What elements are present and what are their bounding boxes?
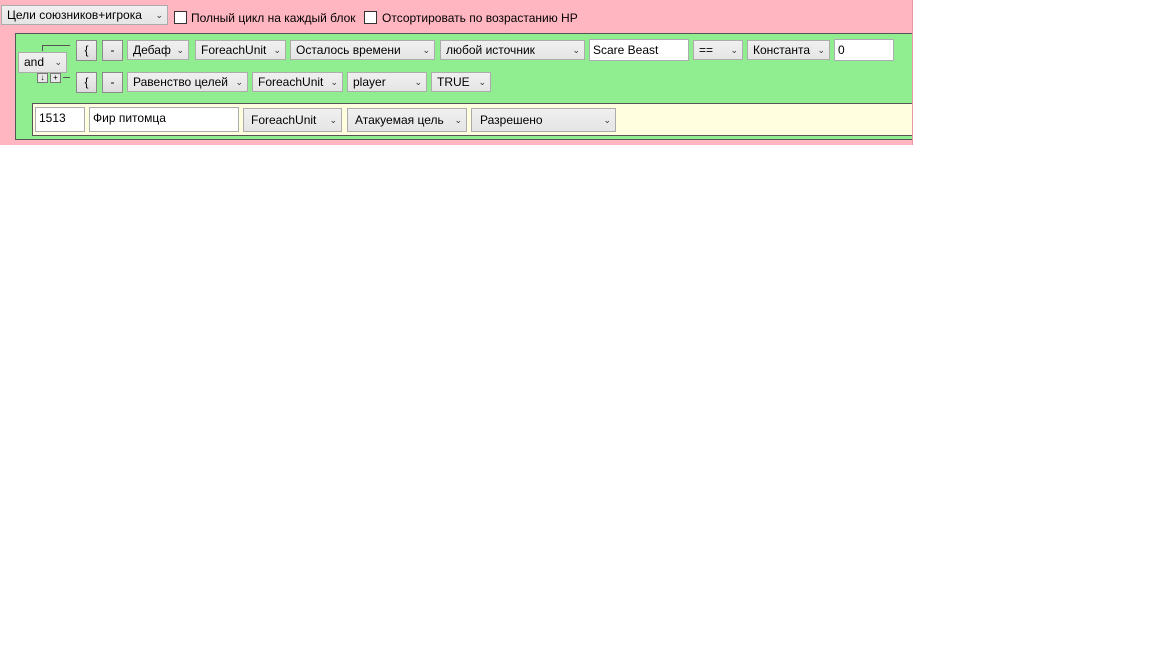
unit-select[interactable]: ForeachUnit ⌄ <box>252 72 343 92</box>
bracket-line <box>63 77 70 78</box>
target-select-value: Цели союзников+игрока <box>7 8 142 22</box>
spell-name-input[interactable]: Scare Beast <box>589 39 689 61</box>
bracket-line <box>42 45 43 51</box>
chevron-down-icon: ⌄ <box>273 45 281 55</box>
source-value: любой источник <box>446 43 535 57</box>
chevron-down-icon: ⌄ <box>330 77 338 87</box>
bracket-line <box>42 45 70 46</box>
action-name-input[interactable]: Фир питомца <box>89 107 239 132</box>
move-down-button[interactable]: ↓ <box>37 73 48 83</box>
unit-select[interactable]: ForeachUnit ⌄ <box>195 40 286 60</box>
unit-value: ForeachUnit <box>201 43 267 57</box>
value-type-value: Константа <box>753 43 810 57</box>
operator-select[interactable]: and ⌄ <box>18 52 67 73</box>
chevron-down-icon: ⌄ <box>603 115 611 125</box>
condition-type-value: Дебаф <box>133 43 171 57</box>
full-cycle-checkbox[interactable] <box>174 11 187 24</box>
open-brace-button[interactable]: { <box>76 72 97 93</box>
chevron-down-icon: ⌄ <box>155 10 163 20</box>
chevron-down-icon: ⌄ <box>478 77 486 87</box>
add-condition-button[interactable]: + <box>50 73 61 83</box>
chevron-down-icon: ⌄ <box>176 45 184 55</box>
action-unit-select[interactable]: ForeachUnit ⌄ <box>243 108 342 132</box>
chevron-down-icon: ⌄ <box>235 77 243 87</box>
condition-type-select[interactable]: Дебаф ⌄ <box>127 40 189 60</box>
remove-condition-button[interactable]: - <box>102 40 123 61</box>
property-value: Осталось времени <box>296 43 401 57</box>
rule-block: Цели союзников+игрока ⌄ Полный цикл на к… <box>0 0 913 145</box>
target-compare-select[interactable]: player ⌄ <box>347 72 427 92</box>
value-type-select[interactable]: Константа ⌄ <box>747 40 830 60</box>
sort-hp-checkbox[interactable] <box>364 11 377 24</box>
chevron-down-icon: ⌄ <box>329 115 337 125</box>
permission-select[interactable]: Разрешено ⌄ <box>471 108 616 132</box>
chevron-down-icon: ⌄ <box>572 45 580 55</box>
remove-condition-button[interactable]: - <box>102 72 123 93</box>
unit-value: ForeachUnit <box>258 75 324 89</box>
target-compare-value: player <box>353 75 386 89</box>
full-cycle-label: Полный цикл на каждый блок <box>191 11 356 25</box>
condition-type-value: Равенство целей <box>133 75 228 89</box>
property-select[interactable]: Осталось времени ⌄ <box>290 40 435 60</box>
open-brace-button[interactable]: { <box>76 40 97 61</box>
chevron-down-icon: ⌄ <box>54 57 62 67</box>
action-target-select[interactable]: Атакуемая цель ⌄ <box>347 108 467 132</box>
condition-type-select[interactable]: Равенство целей ⌄ <box>127 72 248 92</box>
comparator-value: == <box>699 43 714 57</box>
action-unit-value: ForeachUnit <box>251 113 317 127</box>
chevron-down-icon: ⌄ <box>422 45 430 55</box>
value-input[interactable]: 0 <box>834 39 894 61</box>
spell-id-input[interactable]: 1513 <box>35 107 85 132</box>
permission-value: Разрешено <box>480 113 543 127</box>
chevron-down-icon: ⌄ <box>730 45 738 55</box>
operator-value: and <box>24 55 45 69</box>
sort-hp-label: Отсортировать по возрастанию HP <box>382 11 578 25</box>
target-select[interactable]: Цели союзников+игрока ⌄ <box>1 5 168 25</box>
bool-value: TRUE <box>437 75 470 89</box>
bool-select[interactable]: TRUE ⌄ <box>431 72 491 92</box>
chevron-down-icon: ⌄ <box>454 115 462 125</box>
source-select[interactable]: любой источник ⌄ <box>440 40 585 60</box>
chevron-down-icon: ⌄ <box>817 45 825 55</box>
chevron-down-icon: ⌄ <box>414 77 422 87</box>
action-target-value: Атакуемая цель <box>355 113 444 127</box>
comparator-select[interactable]: == ⌄ <box>693 40 743 60</box>
